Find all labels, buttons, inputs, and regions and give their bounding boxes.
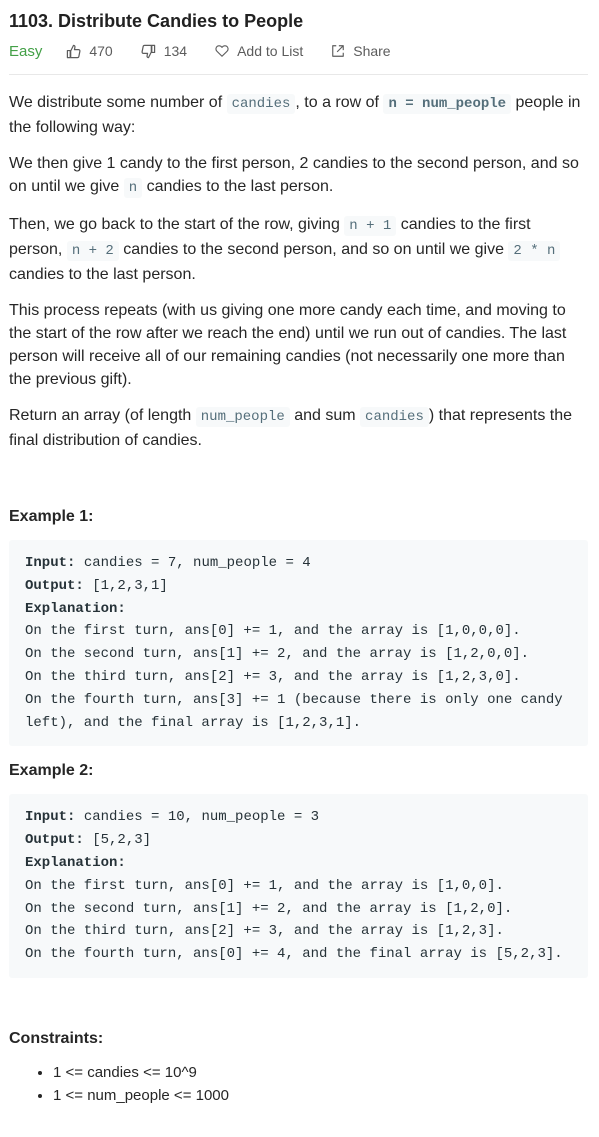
example-1-title: Example 1: [9, 508, 94, 525]
output-label: Output: [25, 832, 84, 849]
thumbs-up-icon [67, 44, 81, 58]
inline-code: 2 * n [508, 241, 561, 261]
inline-code: n = num_people [383, 94, 512, 114]
example-explanation: On the first turn, ans[0] += 1, and the … [25, 877, 563, 963]
problem-description: We distribute some number of candies, to… [9, 91, 588, 452]
description-paragraph-1: We distribute some number of candies, to… [9, 94, 581, 136]
inline-code: n + 1 [344, 216, 397, 236]
example-2-title: Example 2: [9, 762, 94, 780]
description-paragraph-2: We then give 1 candy to the first person… [9, 155, 579, 198]
description-paragraph-5: Return an array (of length num_people an… [9, 407, 573, 449]
example-input: candies = 7, num_people = 4 [75, 555, 311, 571]
inline-code: n [123, 178, 143, 198]
heart-icon [215, 45, 229, 57]
inline-code: candies [360, 407, 429, 427]
constraints-title: Constraints: [9, 1029, 104, 1047]
dislike-count: 134 [163, 43, 188, 59]
thumbs-down-icon [141, 44, 155, 58]
inline-code: n + 2 [66, 241, 119, 261]
explanation-label: Explanation: [25, 600, 126, 617]
problem-title: 1103. Distribute Candies to People [9, 11, 304, 31]
problem-meta-bar: Easy 470 134 Add to List Share [9, 36, 588, 75]
example-input: candies = 10, num_people = 3 [75, 809, 320, 826]
example-1-block: Input: candies = 7, num_people = 4 Outpu… [9, 540, 588, 747]
output-label: Output: [25, 577, 84, 594]
share-button[interactable]: Share [331, 43, 391, 59]
input-label: Input: [25, 555, 76, 571]
share-label: Share [353, 43, 391, 59]
constraints-list: 1 <= candies <= 10^9 1 <= num_people <= … [9, 1061, 588, 1107]
description-paragraph-4: This process repeats (with us giving one… [9, 302, 567, 388]
description-paragraph-3: Then, we go back to the start of the row… [9, 213, 588, 286]
problem-page: 1103. Distribute Candies to People Easy … [0, 0, 599, 1107]
example-2-block: Input: candies = 10, num_people = 3 Outp… [9, 794, 588, 978]
add-to-list-label: Add to List [237, 43, 304, 59]
dislike-button[interactable]: 134 [141, 43, 187, 59]
constraint-item: 1 <= num_people <= 1000 [53, 1084, 588, 1107]
example-explanation: On the first turn, ans[0] += 1, and the … [25, 623, 563, 731]
constraint-item: 1 <= candies <= 10^9 [53, 1061, 588, 1084]
difficulty-badge: Easy [9, 42, 43, 60]
example-output: [1,2,3,1] [83, 577, 168, 594]
inline-code: num_people [195, 407, 290, 427]
inline-code: candies [226, 94, 296, 114]
share-icon [332, 45, 345, 57]
like-button[interactable]: 470 [66, 43, 113, 59]
like-count: 470 [89, 43, 113, 59]
explanation-label: Explanation: [25, 854, 126, 871]
input-label: Input: [25, 809, 76, 826]
add-to-list-button[interactable]: Add to List [215, 43, 303, 59]
example-output: [5,2,3] [83, 832, 152, 849]
